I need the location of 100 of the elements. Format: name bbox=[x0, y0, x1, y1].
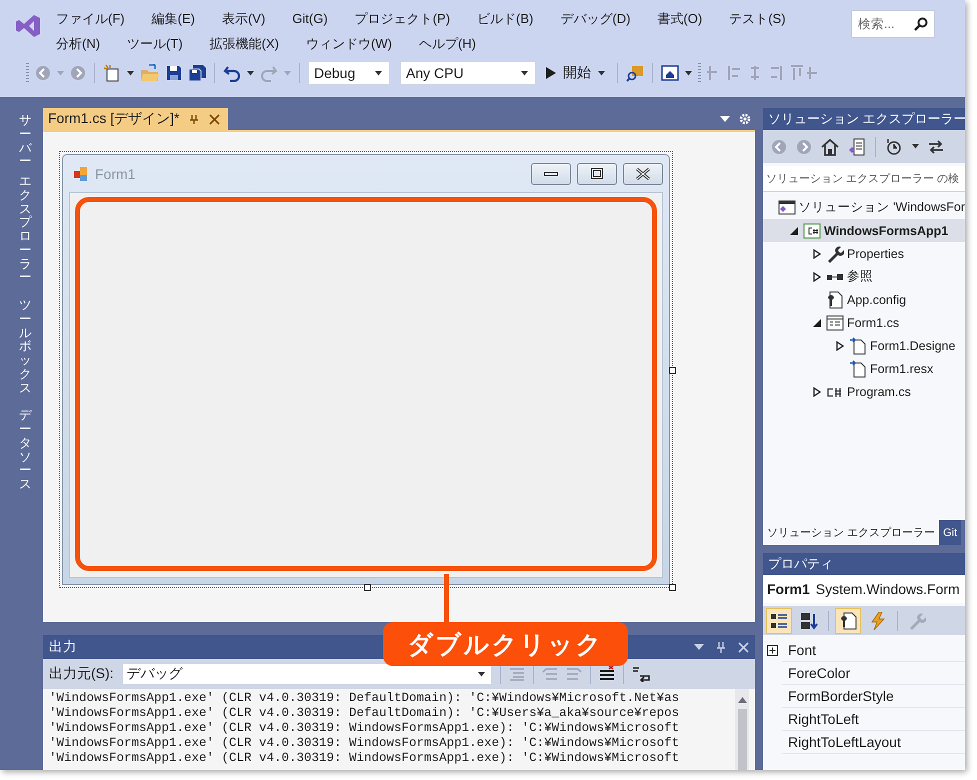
side-tab[interactable]: ツールボックス bbox=[18, 299, 32, 396]
side-tab[interactable]: データソース bbox=[18, 409, 32, 492]
maximize-button[interactable] bbox=[577, 162, 617, 184]
history-icon[interactable] bbox=[885, 138, 903, 156]
alphabetical-icon[interactable] bbox=[800, 612, 818, 630]
dropdown-arrow-icon[interactable] bbox=[694, 644, 704, 650]
find-in-files-icon[interactable] bbox=[626, 64, 644, 82]
code-file-icon bbox=[849, 336, 867, 354]
undo-icon[interactable] bbox=[223, 64, 241, 82]
side-tab[interactable]: エクスプローラー bbox=[18, 175, 32, 285]
toolbar-toggle[interactable] bbox=[766, 608, 792, 634]
categorized-icon[interactable] bbox=[770, 612, 788, 630]
output-line: 'WindowsFormsApp1.exe' (CLR v4.0.30319: DefaultDomain): 'C:¥Windows¥Microsoft.Net¥as bbox=[49, 691, 680, 706]
menu-item[interactable]: ツール(T) bbox=[121, 33, 189, 54]
maximize-icon bbox=[591, 168, 603, 179]
app-logo-icon bbox=[15, 13, 41, 39]
code-file-icon bbox=[826, 386, 844, 398]
collapsed-triangle-icon[interactable] bbox=[813, 272, 821, 282]
menu-item[interactable]: デバッグ(D) bbox=[554, 8, 636, 29]
menu-item[interactable]: ヘルプ(H) bbox=[412, 33, 482, 54]
side-tab[interactable]: サーバー bbox=[18, 114, 32, 169]
output-line: 'WindowsFormsApp1.exe' (CLR v4.0.30319: WindowsFormsApp1.exe): 'C:¥Windows¥Microsoft bbox=[49, 751, 680, 766]
pin-icon[interactable] bbox=[189, 114, 200, 124]
configuration-dropdown[interactable]: Debug bbox=[308, 61, 390, 85]
scroll-up-arrow-icon[interactable] bbox=[738, 697, 746, 703]
callout-label: ダブルクリック bbox=[383, 622, 628, 666]
caret-icon[interactable] bbox=[521, 70, 528, 76]
home-icon[interactable] bbox=[821, 138, 839, 156]
property-page-icon[interactable] bbox=[839, 612, 857, 630]
platform-dropdown[interactable]: Any CPU bbox=[400, 61, 536, 85]
caret-icon[interactable] bbox=[375, 70, 382, 76]
toolbar-toggle[interactable] bbox=[835, 608, 861, 634]
menu-item[interactable]: Git(G) bbox=[286, 8, 334, 29]
menu-item[interactable]: 拡張機能(X) bbox=[204, 33, 285, 54]
sync-icon[interactable] bbox=[928, 138, 944, 154]
panel-tab[interactable]: ソリューション エクスプローラー bbox=[763, 520, 940, 545]
resize-handle[interactable] bbox=[364, 584, 371, 591]
new-item-icon[interactable] bbox=[103, 64, 121, 82]
tree-item[interactable]: WindowsFormsApp1 bbox=[763, 219, 965, 242]
tree-item[interactable]: Form1.cs bbox=[763, 311, 965, 334]
output-line: 'WindowsFormsApp1.exe' (CLR v4.0.30319: DefaultDomain): 'C:¥Users¥a_aka¥source¥repos bbox=[49, 706, 680, 721]
close-button[interactable] bbox=[623, 162, 663, 184]
panel-tab[interactable]: Git bbox=[939, 520, 962, 545]
caret-icon[interactable] bbox=[912, 144, 919, 149]
collapsed-triangle-icon[interactable] bbox=[836, 340, 844, 350]
collapsed-triangle-icon[interactable] bbox=[813, 248, 821, 258]
open-folder-icon[interactable] bbox=[140, 64, 160, 82]
solution-icon bbox=[778, 200, 796, 216]
source-dropdown[interactable]: デバッグ bbox=[122, 663, 492, 685]
source-label: 出力元(S): bbox=[49, 665, 114, 683]
collapsed-triangle-icon[interactable] bbox=[813, 386, 821, 396]
tree-item[interactable]: Form1.resx bbox=[763, 357, 965, 380]
lightning-icon[interactable] bbox=[870, 612, 886, 630]
minimize-icon bbox=[544, 172, 558, 176]
menu-item[interactable]: 書式(O) bbox=[651, 8, 708, 29]
panel-title: 出力 bbox=[49, 638, 77, 656]
tree-item[interactable]: App.config bbox=[763, 288, 965, 311]
output-line: 'WindowsFormsApp1.exe' (CLR v4.0.30319: WindowsFormsApp1.exe): 'C:¥Windows¥Microsoft bbox=[49, 736, 680, 751]
save-icon[interactable] bbox=[166, 65, 182, 81]
settings-icon[interactable] bbox=[739, 113, 751, 125]
close-icon[interactable] bbox=[209, 114, 220, 124]
resize-handle[interactable] bbox=[669, 584, 676, 591]
caret-icon[interactable] bbox=[598, 70, 605, 76]
menu-item[interactable]: プロジェクト(P) bbox=[348, 8, 456, 29]
scrollbar-thumb[interactable] bbox=[738, 709, 746, 770]
project-icon bbox=[803, 222, 821, 238]
caret-icon[interactable] bbox=[247, 70, 254, 76]
expanded-triangle-icon[interactable] bbox=[790, 226, 798, 234]
tree-item[interactable]: 参照 bbox=[763, 265, 965, 288]
menu-item[interactable]: ファイル(F) bbox=[50, 8, 131, 29]
form-window-icon[interactable] bbox=[661, 64, 679, 82]
word-wrap-icon[interactable] bbox=[632, 666, 652, 682]
save-all-icon[interactable] bbox=[188, 65, 206, 81]
search-field[interactable]: 検索... bbox=[851, 10, 935, 38]
expand-box-icon[interactable] bbox=[767, 645, 778, 656]
expanded-triangle-icon[interactable] bbox=[813, 318, 821, 326]
menu-item[interactable]: テスト(S) bbox=[723, 8, 792, 29]
tree-item[interactable]: ソリューション 'WindowsFor bbox=[763, 196, 965, 219]
menu-item[interactable]: 編集(E) bbox=[146, 8, 201, 29]
clear-all-icon[interactable] bbox=[598, 666, 615, 682]
document-tab[interactable]: Form1.cs [デザイン]* bbox=[43, 108, 228, 130]
start-button[interactable]: 開始 bbox=[542, 64, 609, 82]
menu-item[interactable]: ビルド(B) bbox=[471, 8, 540, 29]
menu-item[interactable]: ウィンドウ(W) bbox=[300, 33, 398, 54]
tree-item[interactable]: Properties bbox=[763, 242, 965, 265]
caret-icon[interactable] bbox=[478, 672, 485, 676]
object-name: Form1 bbox=[767, 581, 810, 597]
form-file-icon bbox=[826, 314, 844, 330]
search-input[interactable]: 検索... bbox=[858, 17, 914, 31]
caret-icon[interactable] bbox=[685, 70, 692, 76]
dropdown-arrow-icon[interactable] bbox=[720, 116, 730, 122]
tree-item[interactable]: Form1.Designe bbox=[763, 334, 965, 357]
menu-item[interactable]: 表示(V) bbox=[216, 8, 272, 29]
tree-item[interactable]: Program.cs bbox=[763, 380, 965, 403]
resize-handle[interactable] bbox=[669, 367, 676, 374]
minimize-button[interactable] bbox=[531, 162, 571, 184]
menu-item[interactable]: 分析(N) bbox=[50, 33, 106, 54]
search-field[interactable]: ソリューション エクスプローラー の検 bbox=[763, 166, 965, 192]
caret-icon[interactable] bbox=[127, 70, 134, 76]
switch-views-icon[interactable] bbox=[848, 138, 866, 156]
